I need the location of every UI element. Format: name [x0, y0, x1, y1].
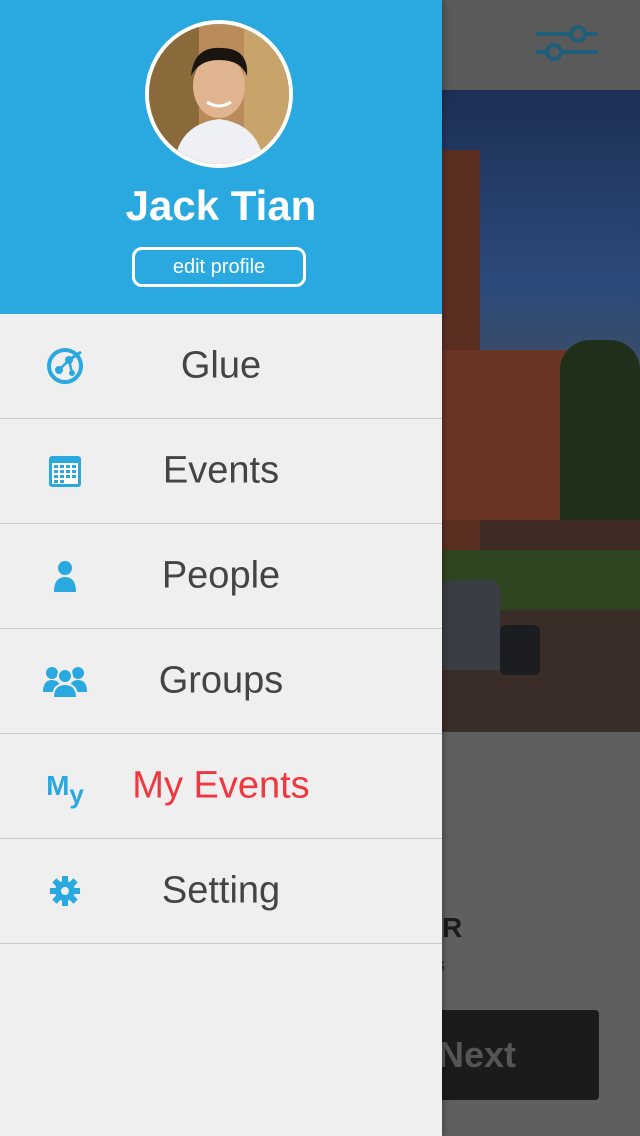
menu-item-my-events[interactable]: My My Events: [0, 734, 442, 839]
menu-item-label: Glue: [180, 344, 262, 387]
side-drawer: Jack Tian edit profile Glue Events Peopl…: [0, 0, 442, 1136]
menu-item-label: My Events: [132, 764, 310, 807]
menu-item-label: Groups: [158, 659, 284, 702]
edit-profile-button[interactable]: edit profile: [132, 247, 306, 287]
menu-item-label: Events: [162, 449, 280, 492]
drawer-menu: Glue Events People Groups My My Events S…: [0, 314, 442, 944]
menu-item-label: People: [161, 554, 281, 597]
avatar[interactable]: [145, 20, 293, 168]
background-heading: R: [442, 912, 463, 943]
profile-name: Jack Tian: [125, 182, 317, 229]
menu-item-label: Setting: [161, 869, 281, 912]
menu-item-people[interactable]: People: [0, 524, 442, 629]
filter-icon[interactable]: [532, 24, 602, 64]
menu-item-events[interactable]: Events: [0, 419, 442, 524]
menu-item-setting[interactable]: Setting: [0, 839, 442, 944]
menu-item-glue[interactable]: Glue: [0, 314, 442, 419]
menu-item-groups[interactable]: Groups: [0, 629, 442, 734]
profile-header: Jack Tian edit profile: [0, 0, 442, 314]
